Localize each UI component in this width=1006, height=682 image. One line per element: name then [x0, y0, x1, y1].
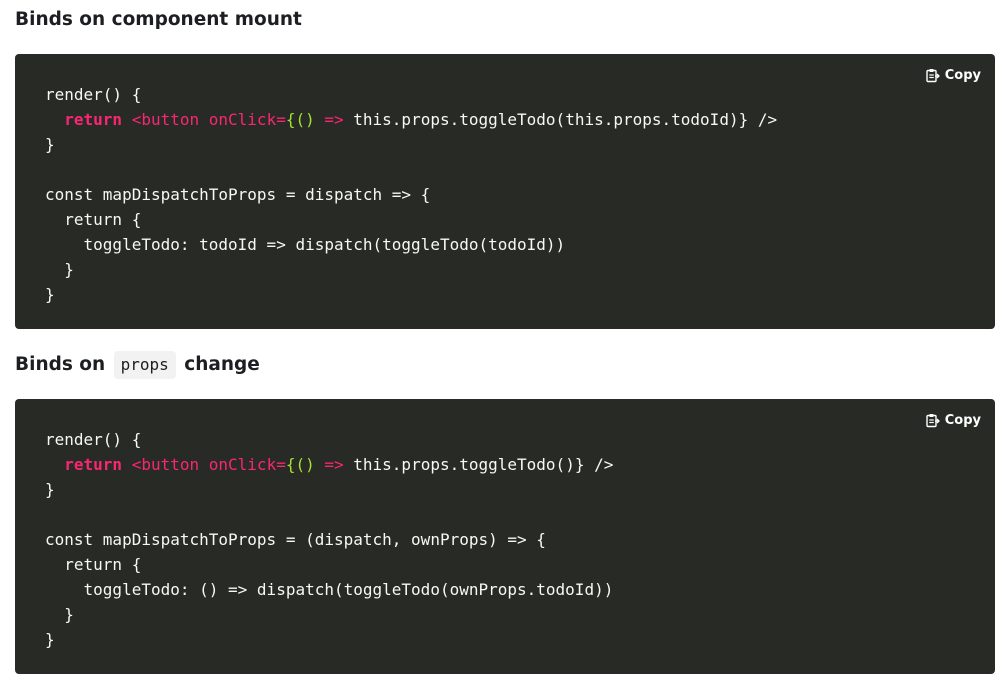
copy-label: Copy	[944, 413, 981, 428]
copy-button[interactable]: Copy	[925, 413, 981, 428]
code-line: }	[45, 285, 55, 304]
code-content: render() { return <button onClick={() =>…	[45, 82, 777, 307]
code-line: const mapDispatchToProps = (dispatch, ow…	[45, 530, 546, 549]
code-line: render() {	[45, 85, 142, 104]
copy-button[interactable]: Copy	[925, 68, 981, 83]
code-line: return {	[45, 555, 142, 574]
code-line: return {	[45, 210, 142, 229]
copy-label: Copy	[944, 68, 981, 83]
code-line: }	[45, 480, 55, 499]
code-line: const mapDispatchToProps = dispatch => {	[45, 185, 431, 204]
heading-text: change	[184, 354, 260, 375]
section-heading: Binds on props change	[15, 351, 260, 379]
clipboard-icon	[925, 413, 940, 428]
code-line: render() {	[45, 430, 142, 449]
code-line: toggleTodo: todoId => dispatch(toggleTod…	[45, 235, 566, 254]
inline-code: props	[113, 351, 176, 379]
section-heading: Binds on component mount	[15, 7, 302, 33]
code-line: }	[45, 605, 74, 624]
code-line: return <button onClick={() => this.props…	[64, 110, 778, 129]
code-block: Copy render() { return <button onClick={…	[15, 399, 995, 674]
code-block: Copy render() { return <button onClick={…	[15, 54, 995, 329]
code-line: return <button onClick={() => this.props…	[64, 455, 614, 474]
code-line: toggleTodo: () => dispatch(toggleTodo(ow…	[45, 580, 614, 599]
code-line: }	[45, 135, 55, 154]
clipboard-icon	[925, 68, 940, 83]
code-line: }	[45, 260, 74, 279]
code-content: render() { return <button onClick={() =>…	[45, 427, 613, 652]
code-line: }	[45, 630, 55, 649]
heading-text: Binds on	[15, 354, 106, 375]
heading-text: Binds on component mount	[15, 9, 302, 30]
